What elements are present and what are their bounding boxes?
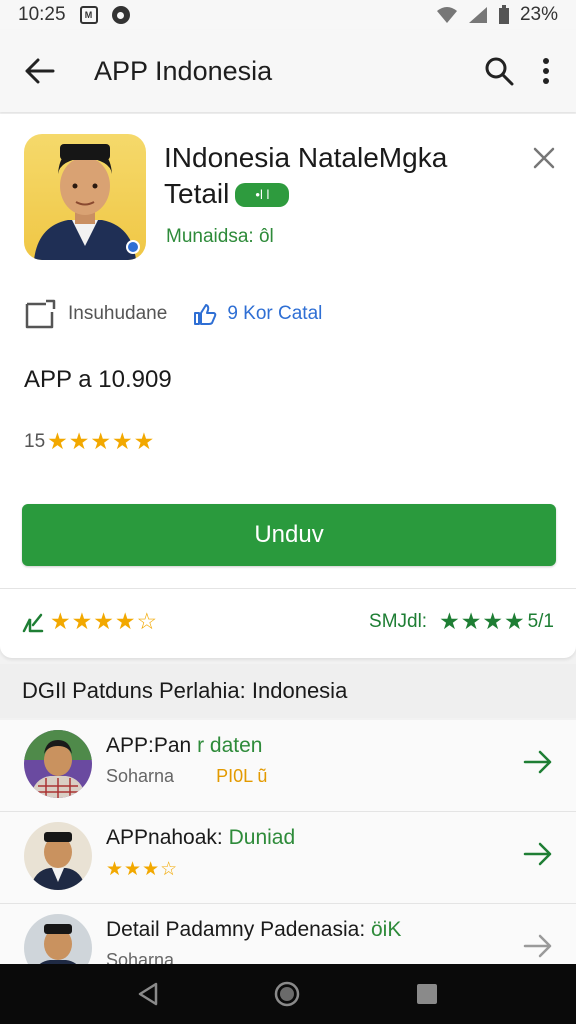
list-item-subtitle: Soharna [106,950,174,964]
summary-right-label: SMJdl: [369,610,428,632]
developer-name-line2-text: Tetail [164,177,230,209]
list-item-accent: r daten [191,734,263,757]
list-item-accent: Duniad [222,826,296,849]
verified-badge [126,240,140,254]
list-item-title-text: APP:Pan [106,734,192,757]
close-button[interactable] [528,142,560,174]
list-item-stars: ★★★☆ [106,859,179,880]
meta-left[interactable]: Insuhudane [24,298,167,330]
page-title: APP Indonesia [94,55,273,86]
rating-stars: ★★★★★ [47,428,156,454]
avatar [24,914,92,964]
notification-icon: M [79,6,98,24]
avatar [24,822,92,890]
more-vert-icon[interactable] [542,57,550,85]
open-item-button[interactable] [522,930,554,962]
list-item-title-text: Detail Padamny Padenasia: [106,918,366,941]
status-time: 10:25 [18,4,66,25]
list-item[interactable]: APP:Pan r daten Soharna PI0L ũ [0,720,576,812]
record-icon [111,6,130,24]
list-item-subtitle: Soharna PI0L ũ [106,766,267,787]
list-item[interactable]: APPnahoak: Duniad ★★★☆ [0,812,576,904]
avatar [24,730,92,798]
open-item-button[interactable] [522,746,554,778]
like-icon [194,304,217,325]
search-icon[interactable] [484,56,514,86]
battery-icon [498,5,509,24]
meta-left-label: Insuhudane [68,303,168,324]
section-title: DGIl Patduns Perlahia: Indonesia [0,664,576,718]
person-portrait [24,914,92,964]
back-button[interactable] [0,58,80,84]
rating-row: 15 ★★★★★ [24,428,155,455]
list-item-sub-text: Soharna [106,950,175,964]
rating-summary-row: ★★★★☆ SMJdl: ★★★★ 5/1 [22,608,554,635]
battery-text: 23% [519,4,558,25]
tag-pill: •l l [235,182,290,207]
meta-row: Insuhudane 9 Kor Catal [24,298,322,330]
developer-subtitle: Munaidsa: ôl [166,226,274,247]
list-item-sub-accent: PI0L ũ [216,766,268,786]
app-detail-card: INdonesia NataleMgka Tetail •l l Munaidsa… [0,114,576,658]
arrow-right-icon [523,750,552,774]
list-item-title-text: APPnahoak: [106,826,223,849]
list-item-accent: öiK [365,918,402,941]
divider [0,588,576,589]
list-item[interactable]: Detail Padamny Padenasia: öiK Soharna [0,904,576,964]
developer-name-line2: Tetail •l l [164,176,504,212]
back-arrow-icon [25,58,55,84]
nav-recents-icon[interactable] [415,982,439,1006]
list-item-subtitle: ★★★☆ [106,858,178,881]
close-icon [533,147,555,169]
list-item-title: Detail Padamny Padenasia: öiK [106,918,401,942]
file-icon [25,299,56,329]
app-version: APP a 10.909 [24,366,172,393]
developer-name-line1: INdonesia NataleMgka [164,142,448,173]
arrow-right-icon [523,842,552,866]
open-item-button[interactable] [522,838,554,870]
arrow-right-icon [523,934,552,958]
app-bar: APP Indonesia [0,30,576,112]
download-button[interactable]: Unduv [22,504,556,566]
signal-icon [468,7,487,23]
meta-right-label: 9 Kor Catal [227,303,323,324]
summary-right-value: 5/1 [527,610,554,632]
system-nav-bar [0,964,576,1024]
list-item-title: APP:Pan r daten [106,734,262,758]
nav-back-icon[interactable] [137,982,159,1006]
list-item-title: APPnahoak: Duniad [106,826,295,850]
developer-name: INdonesia NataleMgka Tetail •l l [164,140,504,212]
nav-home-icon[interactable] [273,980,301,1008]
related-apps-list: APP:Pan r daten Soharna PI0L ũ APPnahoak… [0,720,576,964]
rating-count: 15 [24,430,46,452]
summary-left-stars: ★★★★☆ [50,608,159,634]
person-portrait [24,730,92,798]
meta-right[interactable]: 9 Kor Catal [193,302,322,326]
trend-icon [22,613,44,632]
list-item-sub-text: Soharna [106,766,175,786]
summary-right-stars: ★★★★ [439,608,526,634]
wifi-icon [436,7,457,23]
status-bar: 10:25 M 23% [0,0,576,30]
developer-avatar [24,134,146,260]
person-portrait [24,822,92,890]
